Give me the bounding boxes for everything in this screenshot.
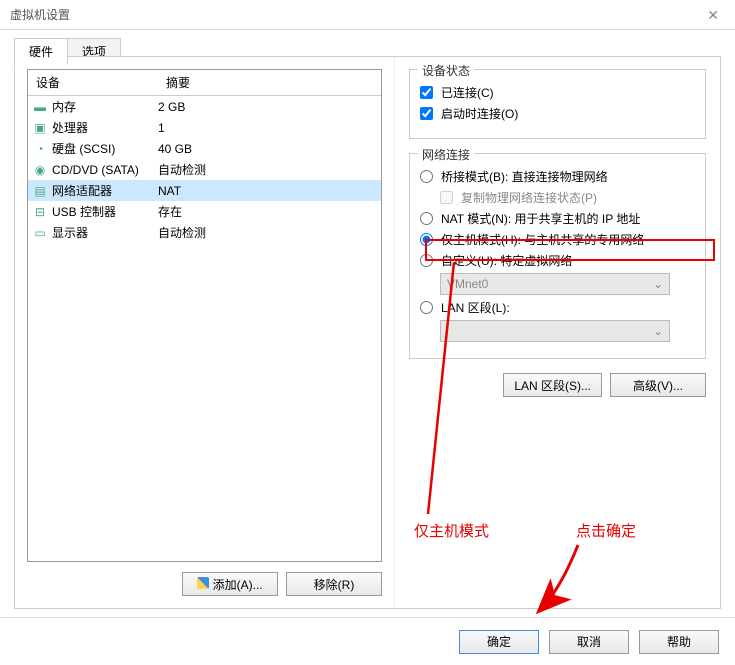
ok-button[interactable]: 确定 [459,630,539,654]
close-icon[interactable]: ✕ [701,0,725,30]
summary-label: 自动检测 [158,224,377,241]
connect-at-power-checkbox[interactable]: 启动时连接(O) [420,105,695,122]
advanced-button[interactable]: 高级(V)... [610,373,706,397]
summary-label: 自动检测 [158,161,377,178]
device-label: 硬盘 (SCSI) [52,140,115,157]
summary-label: 40 GB [158,142,377,156]
table-row[interactable]: ◉ CD/DVD (SATA) 自动检测 [28,159,381,180]
device-label: 网络适配器 [52,182,112,199]
help-button[interactable]: 帮助 [639,630,719,654]
device-label: USB 控制器 [52,203,116,220]
tab-hardware[interactable]: 硬件 [14,38,68,65]
summary-label: 1 [158,121,377,135]
cpu-icon: ▣ [32,121,48,135]
device-status-group: 设备状态 已连接(C) 启动时连接(O) [409,69,706,139]
device-label: 显示器 [52,224,88,241]
usb-icon: ⊟ [32,205,48,219]
radio-hostonly[interactable]: 仅主机模式(H): 与主机共享的专用网络 [420,231,695,248]
summary-label: NAT [158,184,377,198]
left-pane: 设备 摘要 ▬ 内存 2 GB ▣ 处理器 1 ◔ 硬盘 (SCSI) 40 GB ◉ CD/DVD… [15,57,395,608]
window-title: 虚拟机设置 [10,0,70,30]
disc-icon: ◉ [32,163,48,177]
left-buttons: 添加(A)... 移除(R) [27,572,382,596]
custom-vmnet-select: VMnet0⌄ [440,273,695,295]
replicate-checkbox: 复制物理网络连接状态(P) [440,189,695,206]
table-row[interactable]: ▤ 网络适配器 NAT [28,180,381,201]
remove-button[interactable]: 移除(R) [286,572,382,596]
display-icon: ▭ [32,226,48,240]
lan-segment-select: ⌄ [440,320,695,342]
lan-segments-button[interactable]: LAN 区段(S)... [503,373,602,397]
table-header: 设备 摘要 [28,70,381,96]
device-label: 处理器 [52,119,88,136]
add-button[interactable]: 添加(A)... [182,572,278,596]
device-label: CD/DVD (SATA) [52,163,139,177]
hardware-table: 设备 摘要 ▬ 内存 2 GB ▣ 处理器 1 ◔ 硬盘 (SCSI) 40 GB ◉ CD/DVD… [27,69,382,562]
chevron-down-icon: ⌄ [653,274,663,294]
chevron-down-icon: ⌄ [653,321,663,341]
radio-nat[interactable]: NAT 模式(N): 用于共享主机的 IP 地址 [420,210,695,227]
table-row[interactable]: ⊟ USB 控制器 存在 [28,201,381,222]
header-summary: 摘要 [158,70,381,95]
main-panel: 设备 摘要 ▬ 内存 2 GB ▣ 处理器 1 ◔ 硬盘 (SCSI) 40 GB ◉ CD/DVD… [14,56,721,609]
table-row[interactable]: ▭ 显示器 自动检测 [28,222,381,243]
summary-label: 2 GB [158,100,377,114]
summary-label: 存在 [158,203,377,220]
table-row[interactable]: ▬ 内存 2 GB [28,96,381,117]
radio-bridged[interactable]: 桥接模式(B): 直接连接物理网络 [420,168,695,185]
radio-custom[interactable]: 自定义(U): 特定虚拟网络 [420,252,695,269]
memory-icon: ▬ [32,100,48,114]
header-device: 设备 [28,70,158,95]
net-icon: ▤ [32,184,48,198]
group-title-status: 设备状态 [418,62,474,79]
group-title-network: 网络连接 [418,146,474,163]
connected-checkbox[interactable]: 已连接(C) [420,84,695,101]
device-label: 内存 [52,98,76,115]
right-buttons: LAN 区段(S)... 高级(V)... [409,373,706,397]
disk-icon: ◔ [32,142,48,156]
table-row[interactable]: ▣ 处理器 1 [28,117,381,138]
cancel-button[interactable]: 取消 [549,630,629,654]
table-row[interactable]: ◔ 硬盘 (SCSI) 40 GB [28,138,381,159]
shield-icon [197,577,209,589]
right-pane: 设备状态 已连接(C) 启动时连接(O) 网络连接 桥接模式(B): 直接连接物… [395,57,720,608]
bottom-bar: 确定 取消 帮助 [0,617,735,665]
network-connection-group: 网络连接 桥接模式(B): 直接连接物理网络 复制物理网络连接状态(P) NAT… [409,153,706,359]
radio-lan[interactable]: LAN 区段(L): [420,299,695,316]
titlebar: 虚拟机设置 ✕ [0,0,735,30]
